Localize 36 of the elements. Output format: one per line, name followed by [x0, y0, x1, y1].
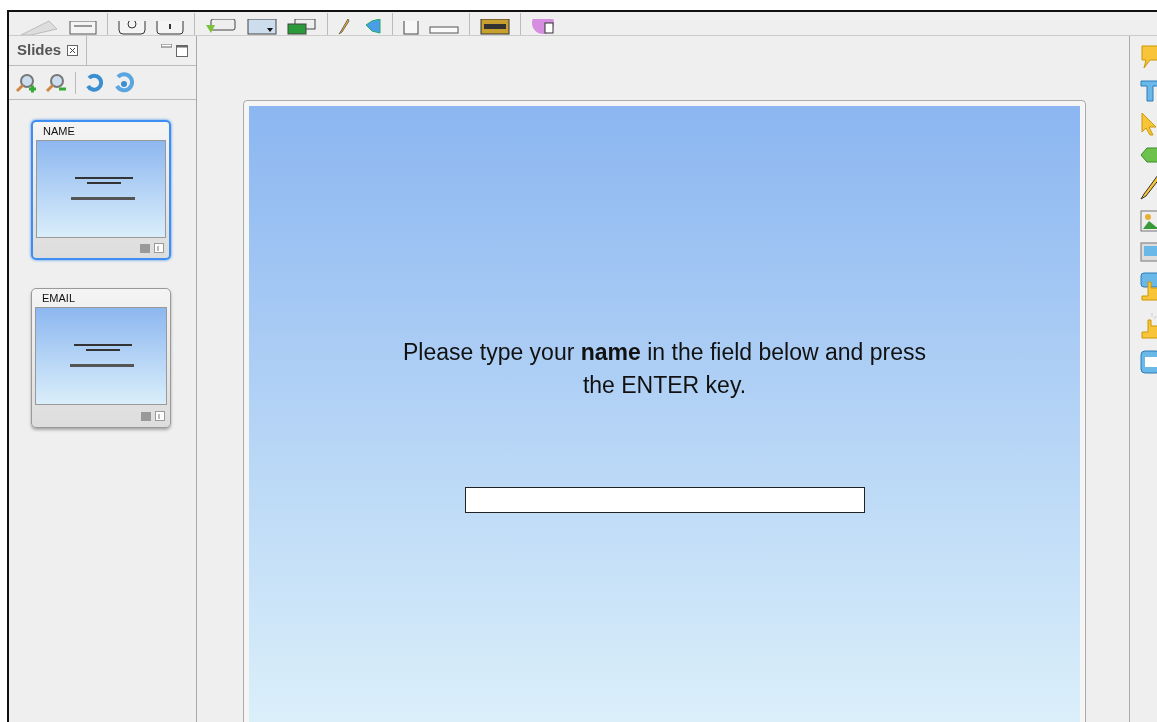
list-icon[interactable]: [69, 21, 97, 35]
slide-title: EMAIL: [41, 291, 76, 306]
notes-icon[interactable]: [141, 411, 151, 421]
pointer-icon[interactable]: [1140, 112, 1157, 136]
text-icon[interactable]: [1140, 80, 1157, 102]
zoom-out-icon[interactable]: [45, 71, 67, 94]
picture-frame-icon[interactable]: [1140, 242, 1157, 262]
slide-thumbnail[interactable]: NAME: [31, 120, 171, 260]
ruler-icon[interactable]: [480, 19, 510, 35]
preview-text-drawing: [70, 344, 134, 367]
page-icon[interactable]: [154, 243, 164, 253]
slide-title: NAME: [42, 124, 76, 139]
highlight-shape-icon[interactable]: [1140, 146, 1157, 164]
speech-bubble-icon[interactable]: [205, 19, 237, 35]
close-icon[interactable]: [67, 45, 79, 56]
rotate-icon[interactable]: [84, 72, 104, 93]
slide-instruction-text: Please type your name in the field below and press the ENTER key.: [402, 338, 927, 400]
slide-thumbnail[interactable]: EMAIL: [31, 288, 171, 428]
minimize-icon[interactable]: [161, 44, 172, 48]
pencil-icon[interactable]: [1140, 174, 1157, 200]
notes-icon[interactable]: [140, 243, 150, 253]
panel-tab-title[interactable]: Slides: [17, 39, 62, 62]
window-dropdown-icon[interactable]: [247, 19, 277, 35]
bar-icon[interactable]: [429, 25, 459, 35]
speech-bubble-icon[interactable]: [1140, 44, 1157, 70]
button-hand-icon[interactable]: [1140, 272, 1157, 302]
zoom-in-icon[interactable]: [15, 71, 37, 94]
click-hand-icon[interactable]: [1140, 312, 1157, 340]
page-icon[interactable]: [155, 411, 165, 421]
layers-icon[interactable]: [287, 19, 317, 35]
image-icon[interactable]: [1140, 210, 1157, 232]
pencil-icon[interactable]: [338, 19, 350, 35]
maximize-icon[interactable]: [176, 44, 188, 57]
name-input-field[interactable]: [464, 487, 865, 513]
preview-text-drawing: [71, 177, 135, 200]
text-box-icon[interactable]: [1140, 350, 1157, 374]
